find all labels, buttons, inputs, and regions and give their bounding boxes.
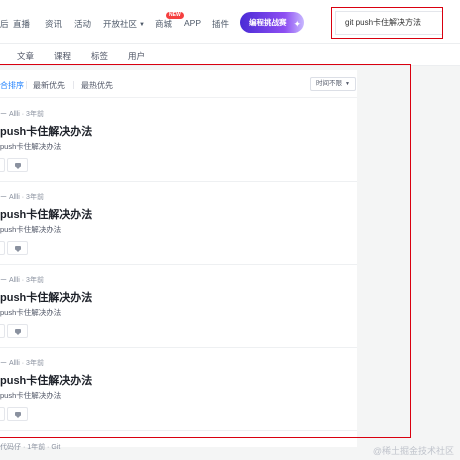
next-result-meta: 代码仔 · 1年前 · Git bbox=[0, 444, 61, 451]
sort-divider bbox=[73, 81, 74, 89]
tab-articles[interactable]: 文章 bbox=[17, 50, 34, 62]
tab-tags[interactable]: 标签 bbox=[91, 50, 108, 62]
result-item[interactable]: ー Allli · 3年前 push卡住解决办法 push卡住解决办法 bbox=[0, 99, 357, 182]
result-description: push卡住解决办法 bbox=[0, 391, 62, 400]
tab-users[interactable]: 用户 bbox=[128, 50, 145, 62]
sort-newest[interactable]: 最新优先 bbox=[33, 80, 65, 91]
chevron-down-icon: ▼ bbox=[139, 22, 145, 28]
search-type-tabs: 文章 课程 标签 用户 bbox=[0, 44, 460, 66]
result-title[interactable]: push卡住解决办法 bbox=[0, 206, 92, 222]
nav-item-app[interactable]: APP bbox=[184, 18, 201, 28]
nav-item-plugins[interactable]: 插件 bbox=[212, 18, 229, 30]
result-title[interactable]: push卡住解决办法 bbox=[0, 372, 92, 388]
search-input[interactable]: git push卡住解决方法 bbox=[335, 11, 443, 35]
result-item[interactable]: ー Allli · 3年前 push卡住解决办法 push卡住解决办法 bbox=[0, 265, 357, 348]
result-description: push卡住解决办法 bbox=[0, 308, 62, 317]
top-nav-bar: 后 直播 资讯 活动 开放社区 ▼ 商城 NEW APP 插件 编程挑战赛 ✦ g… bbox=[0, 0, 460, 44]
comment-button[interactable] bbox=[7, 241, 28, 255]
sort-divider bbox=[26, 81, 27, 89]
like-button[interactable] bbox=[0, 241, 5, 255]
nav-item-live[interactable]: 直播 bbox=[13, 18, 30, 30]
result-description: push卡住解决办法 bbox=[0, 225, 62, 234]
result-description: push卡住解决办法 bbox=[0, 142, 62, 151]
search-results-card: 合排序 最新优先 最热优先 时间不限 ▼ ー Allli · 3年前 push卡住… bbox=[0, 70, 357, 447]
nav-item-truncated[interactable]: 后 bbox=[0, 18, 9, 30]
result-meta: ー Allli · 3年前 bbox=[0, 360, 44, 367]
result-title[interactable]: push卡住解决办法 bbox=[0, 289, 92, 305]
comment-button[interactable] bbox=[7, 158, 28, 172]
tab-courses[interactable]: 课程 bbox=[54, 50, 71, 62]
result-item[interactable]: ー Allli · 3年前 push卡住解决办法 push卡住解决办法 bbox=[0, 348, 357, 431]
chevron-down-icon: ▼ bbox=[345, 81, 350, 87]
sort-hottest[interactable]: 最热优先 bbox=[81, 80, 113, 91]
time-filter-label: 时间不限 bbox=[316, 80, 342, 87]
new-badge: NEW bbox=[166, 12, 184, 19]
comment-icon bbox=[15, 246, 21, 252]
nav-item-events[interactable]: 活动 bbox=[74, 18, 91, 30]
comment-icon bbox=[15, 163, 21, 169]
comment-icon bbox=[15, 329, 21, 335]
result-meta: ー Allli · 3年前 bbox=[0, 111, 44, 118]
comment-button[interactable] bbox=[7, 324, 28, 338]
nav-item-mall[interactable]: 商城 bbox=[155, 18, 172, 30]
comment-icon bbox=[15, 412, 21, 418]
coding-challenge-label: 编程挑战赛 bbox=[249, 18, 287, 27]
like-button[interactable] bbox=[0, 324, 5, 338]
nav-item-news[interactable]: 资讯 bbox=[45, 18, 62, 30]
watermark: @稀土掘金技术社区 bbox=[372, 446, 454, 456]
sort-bar: 合排序 最新优先 最热优先 时间不限 ▼ bbox=[0, 70, 357, 98]
coding-challenge-banner[interactable]: 编程挑战赛 ✦ bbox=[240, 12, 304, 33]
sort-comprehensive[interactable]: 合排序 bbox=[0, 80, 24, 91]
time-filter-select[interactable]: 时间不限 ▼ bbox=[310, 77, 356, 91]
nav-item-open-community-label: 开放社区 bbox=[103, 19, 138, 29]
result-item[interactable]: ー Allli · 3年前 push卡住解决办法 push卡住解决办法 bbox=[0, 182, 357, 265]
like-button[interactable] bbox=[0, 158, 5, 172]
comment-button[interactable] bbox=[7, 407, 28, 421]
result-meta: ー Allli · 3年前 bbox=[0, 277, 44, 284]
sparkle-icon: ✦ bbox=[293, 19, 301, 29]
like-button[interactable] bbox=[0, 407, 5, 421]
result-meta: ー Allli · 3年前 bbox=[0, 194, 44, 201]
result-title[interactable]: push卡住解决办法 bbox=[0, 123, 92, 139]
nav-item-open-community[interactable]: 开放社区 ▼ bbox=[103, 18, 145, 30]
